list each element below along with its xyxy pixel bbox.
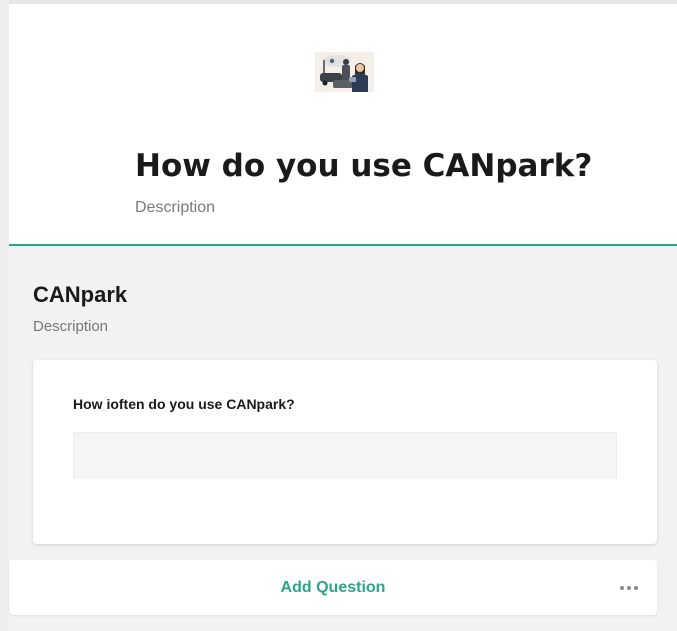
more-horizontal-icon[interactable] [615, 576, 643, 600]
add-question-bar: Add Question [9, 560, 657, 615]
add-question-button[interactable]: Add Question [9, 560, 657, 615]
dot [620, 586, 624, 590]
form-title: How do you use CANpark? [135, 148, 593, 184]
form-description: Description [135, 199, 216, 216]
form-logo-image [315, 52, 374, 92]
dot [634, 586, 638, 590]
section-description: Description [33, 318, 109, 335]
question-card: How ioften do you use CANpark? [33, 360, 657, 544]
answer-input[interactable] [73, 432, 617, 479]
form-header: How do you use CANpark? Description [9, 4, 677, 246]
section-title: CANpark [33, 282, 128, 307]
question-label: How ioften do you use CANpark? [73, 396, 295, 412]
dot [627, 586, 631, 590]
left-edge [0, 0, 9, 631]
